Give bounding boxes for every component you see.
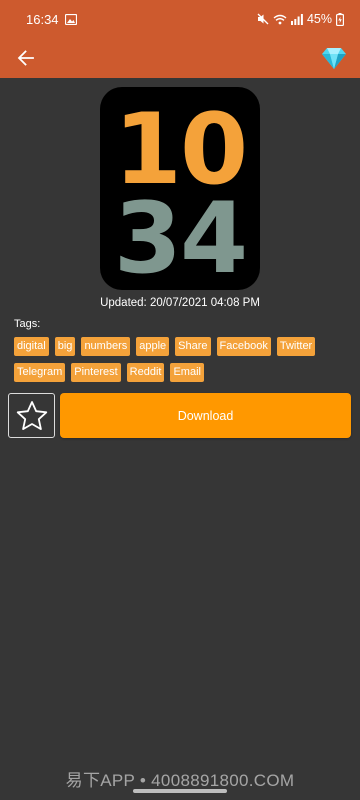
status-right: 45% [257, 12, 344, 26]
home-indicator[interactable] [133, 789, 227, 793]
updated-text: Updated: 20/07/2021 04:08 PM [100, 297, 260, 309]
premium-button[interactable] [320, 44, 348, 72]
status-left: 16:34 [26, 12, 77, 27]
tags-label: Tags: [14, 318, 41, 330]
tag-numbers[interactable]: numbers [81, 337, 131, 356]
status-bar: 16:34 45% [0, 0, 360, 38]
watermark: 易下APP • 4008891800.COM [65, 771, 295, 790]
tag-big[interactable]: big [54, 337, 76, 356]
preview-minutes: 34 [114, 182, 246, 290]
tag-twitter[interactable]: Twitter [276, 337, 316, 356]
tag-share[interactable]: Share [175, 337, 211, 356]
diamond-icon [322, 48, 346, 69]
download-button[interactable]: Download [60, 393, 351, 438]
wifi-icon [273, 14, 287, 25]
watchface-preview[interactable]: 10 34 [100, 87, 260, 290]
gallery-notification-icon [64, 13, 77, 25]
status-time: 16:34 [26, 11, 59, 27]
arrow-left-icon [17, 50, 34, 66]
battery-charging-icon [336, 12, 344, 26]
tag-pinterest[interactable]: Pinterest [71, 363, 121, 382]
tag-digital[interactable]: digital [14, 337, 49, 356]
tag-email[interactable]: Email [170, 363, 204, 382]
favorite-button[interactable] [8, 393, 55, 438]
back-button[interactable] [12, 44, 40, 72]
signal-icon [290, 13, 303, 25]
tag-reddit[interactable]: Reddit [126, 363, 165, 382]
star-outline-icon [16, 401, 47, 431]
tag-apple[interactable]: apple [136, 337, 170, 356]
tag-list: digital big numbers apple Share Facebook… [14, 337, 346, 382]
tag-facebook[interactable]: Facebook [216, 337, 271, 356]
mute-icon [257, 13, 269, 25]
battery-level: 45% [306, 12, 332, 26]
tag-telegram[interactable]: Telegram [14, 363, 66, 382]
app-bar [0, 38, 360, 78]
